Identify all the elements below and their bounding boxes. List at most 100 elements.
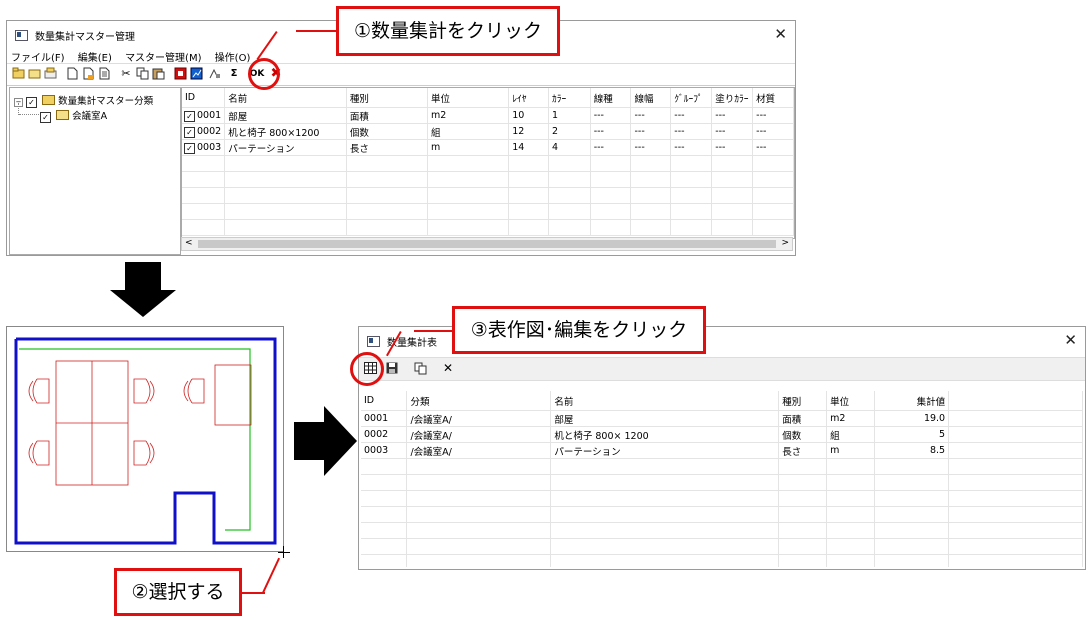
cell: --- xyxy=(711,107,754,124)
col-header[interactable]: 線種 xyxy=(590,88,632,108)
table-row[interactable]: ✓ 0001 部屋 面積 m2 10 1 --- --- --- --- --- xyxy=(182,107,794,124)
col-header[interactable]: 種別 xyxy=(778,391,828,411)
highlight-circle-table xyxy=(350,352,384,386)
row-checkbox[interactable]: ✓ xyxy=(184,126,195,138)
cell: --- xyxy=(670,123,713,140)
table-row[interactable]: ✓ 0002 机と椅子 800×1200 個数 組 12 2 --- --- --… xyxy=(182,123,794,140)
empty-row xyxy=(361,458,1083,475)
scroll-right-icon[interactable]: > xyxy=(781,238,789,248)
col-header[interactable]: 集計値 xyxy=(874,391,950,411)
cell: 0003 xyxy=(197,141,222,153)
empty-row xyxy=(361,474,1083,491)
cell: --- xyxy=(590,123,632,140)
cell: --- xyxy=(670,107,713,124)
row-checkbox[interactable]: ✓ xyxy=(184,142,195,154)
tree-root[interactable]: − ✓ 数量集計マスター分類 xyxy=(14,93,153,108)
tree-root-checkbox[interactable]: ✓ xyxy=(26,97,38,108)
cell: 2 xyxy=(548,123,591,140)
cell: 0002 xyxy=(197,125,222,137)
red-square-icon[interactable] xyxy=(173,67,187,81)
col-header[interactable]: 線幅 xyxy=(630,88,672,108)
cad-drawing-panel[interactable] xyxy=(6,326,284,552)
table-row[interactable]: 0001 /会議室A/ 部屋 面積 m2 19.0 xyxy=(361,410,1083,427)
properties-icon[interactable] xyxy=(43,67,57,81)
new-document-2-icon[interactable] xyxy=(81,67,95,81)
result-window: 数量集計表 ✕ ✕ ID 分類 名前 種別 単位 集計値 0001 /会議室A/ xyxy=(358,326,1086,570)
cell: 0001 xyxy=(197,109,222,121)
close-icon[interactable]: ✕ xyxy=(774,25,787,43)
col-header[interactable]: ｸﾞﾙｰﾌﾟ xyxy=(670,88,713,108)
callout-step2: ②選択する xyxy=(114,568,242,616)
callout-step2-line-a xyxy=(241,592,265,594)
callout-step1: ①数量集計をクリック xyxy=(336,6,560,56)
scroll-thumb[interactable] xyxy=(198,240,776,248)
cell: 部屋 xyxy=(550,410,780,427)
col-header[interactable]: 塗りｶﾗｰ xyxy=(711,88,754,108)
master-window-title: 数量集計マスター管理 xyxy=(35,32,135,43)
empty-row xyxy=(182,187,794,204)
close-icon[interactable]: ✕ xyxy=(1064,331,1077,349)
new-document-icon[interactable] xyxy=(65,67,79,81)
document-edit-icon[interactable] xyxy=(97,67,111,81)
tree-child-checkbox[interactable]: ✓ xyxy=(40,112,51,123)
callout-step3: ③表作図･編集をクリック xyxy=(452,306,706,354)
cell: 0002 xyxy=(361,426,408,443)
cell: 12 xyxy=(508,123,549,140)
close-table-icon[interactable]: ✕ xyxy=(441,361,455,375)
cell: --- xyxy=(752,139,794,156)
quantity-tally-icon[interactable]: Σ xyxy=(227,67,241,81)
cell: m xyxy=(826,442,876,459)
col-header[interactable]: ID xyxy=(182,88,226,108)
cut-icon[interactable]: ✂ xyxy=(119,67,133,81)
tree-child-label: 会議室A xyxy=(72,111,108,122)
cell: 組 xyxy=(826,426,876,443)
col-header[interactable]: 種別 xyxy=(346,88,429,108)
cell: 10 xyxy=(508,107,549,124)
floor-plan-drawing[interactable] xyxy=(7,327,283,551)
empty-row xyxy=(182,155,794,172)
result-grid: ID 分類 名前 種別 単位 集計値 0001 /会議室A/ 部屋 面積 m2 … xyxy=(361,391,1083,567)
blue-chart-icon[interactable] xyxy=(189,67,203,81)
col-header[interactable]: 材質 xyxy=(752,88,794,108)
empty-row xyxy=(361,522,1083,539)
copy-icon[interactable] xyxy=(413,362,427,376)
cell: 部屋 xyxy=(224,107,347,124)
cell: --- xyxy=(711,139,754,156)
row-checkbox[interactable]: ✓ xyxy=(184,110,195,122)
right-arrow-icon xyxy=(294,406,357,476)
table-row[interactable]: ✓ 0003 パーテーション 長さ m 14 4 --- --- --- --- … xyxy=(182,139,794,156)
tally-settings-icon[interactable] xyxy=(207,67,221,81)
cell: --- xyxy=(752,123,794,140)
copy-icon[interactable] xyxy=(135,67,149,81)
horizontal-scrollbar[interactable]: < > xyxy=(181,237,793,251)
down-arrow-icon xyxy=(110,262,176,317)
tree-child[interactable]: ✓ 会議室A xyxy=(40,108,107,123)
callout-step2-line-b xyxy=(262,557,281,593)
cell: 個数 xyxy=(778,426,828,443)
col-header[interactable]: ID xyxy=(361,391,408,411)
scroll-left-icon[interactable]: < xyxy=(185,238,193,248)
col-header[interactable]: ｶﾗｰ xyxy=(548,88,591,108)
cell: --- xyxy=(590,107,632,124)
table-row[interactable]: 0003 /会議室A/ パーテーション 長さ m 8.5 xyxy=(361,442,1083,459)
paste-icon[interactable] xyxy=(151,67,165,81)
cell: パーテーション xyxy=(224,139,347,156)
col-header[interactable]: 分類 xyxy=(406,391,552,411)
col-header[interactable]: ﾚｲﾔ xyxy=(508,88,549,108)
cell: m2 xyxy=(826,410,876,427)
col-header[interactable]: 単位 xyxy=(427,88,510,108)
open-folder-icon[interactable] xyxy=(27,67,41,81)
cell: 長さ xyxy=(346,139,429,156)
col-header[interactable]: 名前 xyxy=(550,391,780,411)
cell: 14 xyxy=(508,139,549,156)
app-icon xyxy=(367,336,380,347)
col-header[interactable]: 名前 xyxy=(224,88,347,108)
cell: 机と椅子 800× 1200 xyxy=(550,426,780,443)
new-folder-icon[interactable] xyxy=(11,67,25,81)
col-header[interactable]: 単位 xyxy=(826,391,876,411)
callout-step1-line-a xyxy=(296,30,337,32)
desk xyxy=(214,364,252,426)
cell: m2 xyxy=(427,107,510,124)
save-icon[interactable] xyxy=(385,362,399,376)
table-row[interactable]: 0002 /会議室A/ 机と椅子 800× 1200 個数 組 5 xyxy=(361,426,1083,443)
